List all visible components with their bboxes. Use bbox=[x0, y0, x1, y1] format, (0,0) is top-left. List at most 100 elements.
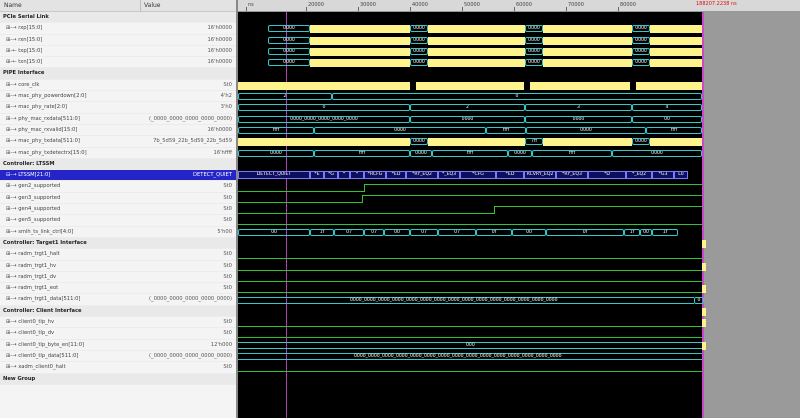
signal-row[interactable]: ⊞-→ client0_tlp_data[511:0] (_0000_0000_0… bbox=[0, 351, 236, 363]
signal-row[interactable]: ⊞-→ xadm_client0_halt St0 bbox=[0, 362, 236, 374]
signal-row[interactable]: ⊞-→ phy_mac_rxvalid[15:0] 16'h0000 bbox=[0, 125, 236, 137]
signal-name: ⊞-→ radm_trgt1_dv bbox=[6, 273, 57, 280]
signal-name: ⊞-→ radm_trgt1_eot bbox=[6, 285, 59, 292]
signal-row[interactable]: ⊞-→ core_clk St0 bbox=[0, 80, 236, 92]
signal-name: Controller: Client Interface bbox=[3, 307, 82, 314]
signal-row[interactable]: ⊞-→ gen5_supported St0 bbox=[0, 215, 236, 227]
logic-low-trace bbox=[238, 269, 702, 271]
signal-row[interactable]: ⊞-← txn[15:0] 16'h0000 bbox=[0, 57, 236, 69]
signal-activity-fill bbox=[543, 47, 632, 56]
signal-activity-fill bbox=[310, 59, 410, 68]
time-cursor[interactable] bbox=[702, 12, 704, 418]
signal-activity-fill bbox=[543, 59, 632, 68]
logic-low-trace bbox=[238, 280, 702, 282]
bus-value-segment: 00 bbox=[512, 228, 546, 236]
signal-value: (_0000_0000_0000_0000_0000) bbox=[148, 115, 232, 122]
signal-row[interactable]: ⊞-→ client0_tlp_byte_en[11:0] 12'h000 bbox=[0, 340, 236, 351]
logic-low-trace bbox=[238, 201, 362, 203]
signal-value: 4'h2 bbox=[220, 93, 232, 100]
waveform-canvas[interactable]: ns 20000 30000 40000 50000 60000 70000 80000 188… bbox=[238, 0, 800, 418]
bus-value-segment: 0000 bbox=[410, 59, 428, 67]
signal-name: ⊞-→ mac_phy_txdetectrx[15:0] bbox=[6, 149, 87, 156]
logic-high-trace bbox=[364, 183, 702, 185]
signal-activity-fill bbox=[702, 240, 706, 248]
bus-value-segment: 0000 bbox=[525, 36, 543, 44]
bus-value-segment: 0000 bbox=[410, 36, 428, 44]
signal-activity-fill bbox=[650, 59, 702, 68]
signal-activity-fill bbox=[310, 47, 410, 56]
bus-value-segment: 0000 bbox=[612, 149, 702, 157]
ruler-tick bbox=[306, 7, 307, 11]
signal-group-header[interactable]: PCIe Serial Link bbox=[0, 12, 236, 24]
signal-row[interactable]: ⊞-→ mac_phy_txdetectrx[15:0] 16'hffff bbox=[0, 148, 236, 159]
signal-name: ⊞-→ client0_tlp_hv bbox=[6, 319, 55, 326]
signal-row[interactable]: ⊞-→ mac_phy_txdata[511:0] 7b_5d59_22b_5d5… bbox=[0, 136, 236, 148]
clock-activity-fill bbox=[636, 81, 702, 90]
signal-name: ⊞-→ mac_phy_powerdown[2:0] bbox=[6, 93, 87, 100]
signal-row[interactable]: ⊞-→ radm_trgt1_data[511:0] (_0000_0000_00… bbox=[0, 294, 236, 306]
ruler-tick-label: 40000 bbox=[412, 2, 428, 8]
signal-group-header[interactable]: New Group bbox=[0, 373, 236, 385]
signal-value: 3'h0 bbox=[220, 104, 232, 111]
signal-value: St0 bbox=[223, 364, 232, 371]
column-divider[interactable] bbox=[140, 0, 141, 12]
time-ruler[interactable]: ns 20000 30000 40000 50000 60000 70000 80000 188… bbox=[238, 0, 800, 12]
signal-group-header[interactable]: Controller: Client Interface bbox=[0, 305, 236, 318]
signal-name: ⊞-→ core_clk bbox=[6, 81, 40, 88]
signal-value: 16'hffff bbox=[213, 149, 232, 156]
signal-name: ⊞-← txp[15:0] bbox=[6, 47, 43, 54]
bus-value-segment: ffff bbox=[432, 149, 508, 157]
bus-value-segment: 07 bbox=[334, 228, 364, 236]
value-column-header[interactable]: Value bbox=[144, 2, 160, 9]
signal-value: (_0000_0000_0000_0000_0000) bbox=[148, 296, 232, 303]
bus-value-segment: 0000 bbox=[525, 115, 632, 123]
ltssm-state-segment: *RY_EQ3 bbox=[556, 171, 588, 180]
ltssm-state-segment: *G3 bbox=[652, 171, 674, 180]
name-column-header[interactable]: Name bbox=[4, 2, 22, 9]
ruler-tick bbox=[566, 7, 567, 11]
signal-row[interactable]: ⊞-→ rxp[15:0] 16'h0000 bbox=[0, 23, 236, 35]
signal-row[interactable]: ⊞-→ gen3_supported St0 bbox=[0, 193, 236, 205]
signal-row[interactable]: ⊞-→ gen2_supported St0 bbox=[0, 181, 236, 193]
signal-group-header[interactable]: PIPE Interface bbox=[0, 68, 236, 80]
signal-row[interactable]: ⊞-→ gen4_supported St0 bbox=[0, 204, 236, 216]
bus-value-segment: 07 bbox=[438, 228, 476, 236]
signal-row[interactable]: ⊞-→ mac_phy_rate[2:0] 3'h0 bbox=[0, 102, 236, 114]
signal-name: ⊞-→ client0_tlp_dv bbox=[6, 330, 55, 337]
unsimulated-region bbox=[702, 12, 800, 418]
signal-value: 16'h0000 bbox=[207, 25, 232, 32]
signal-row[interactable]: ⊞-→ radm_trgt1_hv St0 bbox=[0, 261, 236, 272]
logic-low-trace bbox=[238, 371, 702, 373]
signal-value: 16'h0000 bbox=[207, 47, 232, 54]
ruler-tick-label: 30000 bbox=[360, 2, 376, 8]
bus-value-segment: 0000_0000_0000_0000_0000 bbox=[238, 115, 410, 123]
signal-row[interactable]: ⊞-→ phy_mac_rxdata[511:0] (_0000_0000_000… bbox=[0, 114, 236, 125]
signal-value: 12'h000 bbox=[210, 341, 232, 348]
bus-value-segment: 0000 bbox=[410, 25, 428, 33]
signal-value: St0 bbox=[223, 194, 232, 201]
logic-low-trace bbox=[238, 326, 702, 328]
signal-name: ⊞-→ phy_mac_rxdata[511:0] bbox=[6, 115, 80, 122]
bus-value-segment: 1f bbox=[652, 228, 678, 236]
signal-row[interactable]: ⊞-→ smlh_ts_link_ctrl[4:0] 5'h00 bbox=[0, 227, 236, 238]
bus-value-segment: ffff bbox=[314, 149, 410, 157]
signal-activity-fill bbox=[428, 25, 525, 34]
signal-group-header[interactable]: Controller: Target1 Interface bbox=[0, 237, 236, 250]
signal-row[interactable]: ⊞-→ client0_tlp_dv St0 bbox=[0, 328, 236, 340]
signal-group-header[interactable]: Controller: LTSSM bbox=[0, 158, 236, 171]
signal-row[interactable]: ⊞-→ mac_phy_powerdown[2:0] 4'h2 bbox=[0, 91, 236, 103]
signal-row[interactable]: ⊞-→ radm_trgt1_eot St0 bbox=[0, 283, 236, 295]
signal-row[interactable]: ⊞-→ radm_trgt1_halt St0 bbox=[0, 249, 236, 261]
signal-activity-fill bbox=[650, 47, 702, 56]
signal-row[interactable]: ⊞-← txp[15:0] 16'h0000 bbox=[0, 46, 236, 58]
signal-row[interactable]: ⊟-→ LTSSM[21:0] DETECT_QUIET bbox=[0, 170, 236, 182]
signal-activity-fill bbox=[428, 47, 525, 56]
bus-value-segment: 0000 bbox=[238, 149, 314, 157]
bus-value-segment: 0000 bbox=[268, 59, 310, 67]
ruler-tick bbox=[358, 7, 359, 11]
signal-row[interactable]: ⊞-→ radm_trgt1_dv St0 bbox=[0, 272, 236, 284]
signal-row[interactable]: ⊞-→ rxn[15:0] 16'h0000 bbox=[0, 35, 236, 46]
signal-row[interactable]: ⊞-→ client0_tlp_hv St0 bbox=[0, 317, 236, 329]
bus-value-segment: 0000 bbox=[268, 25, 310, 33]
bus-value-segment: 0000 bbox=[410, 47, 428, 55]
